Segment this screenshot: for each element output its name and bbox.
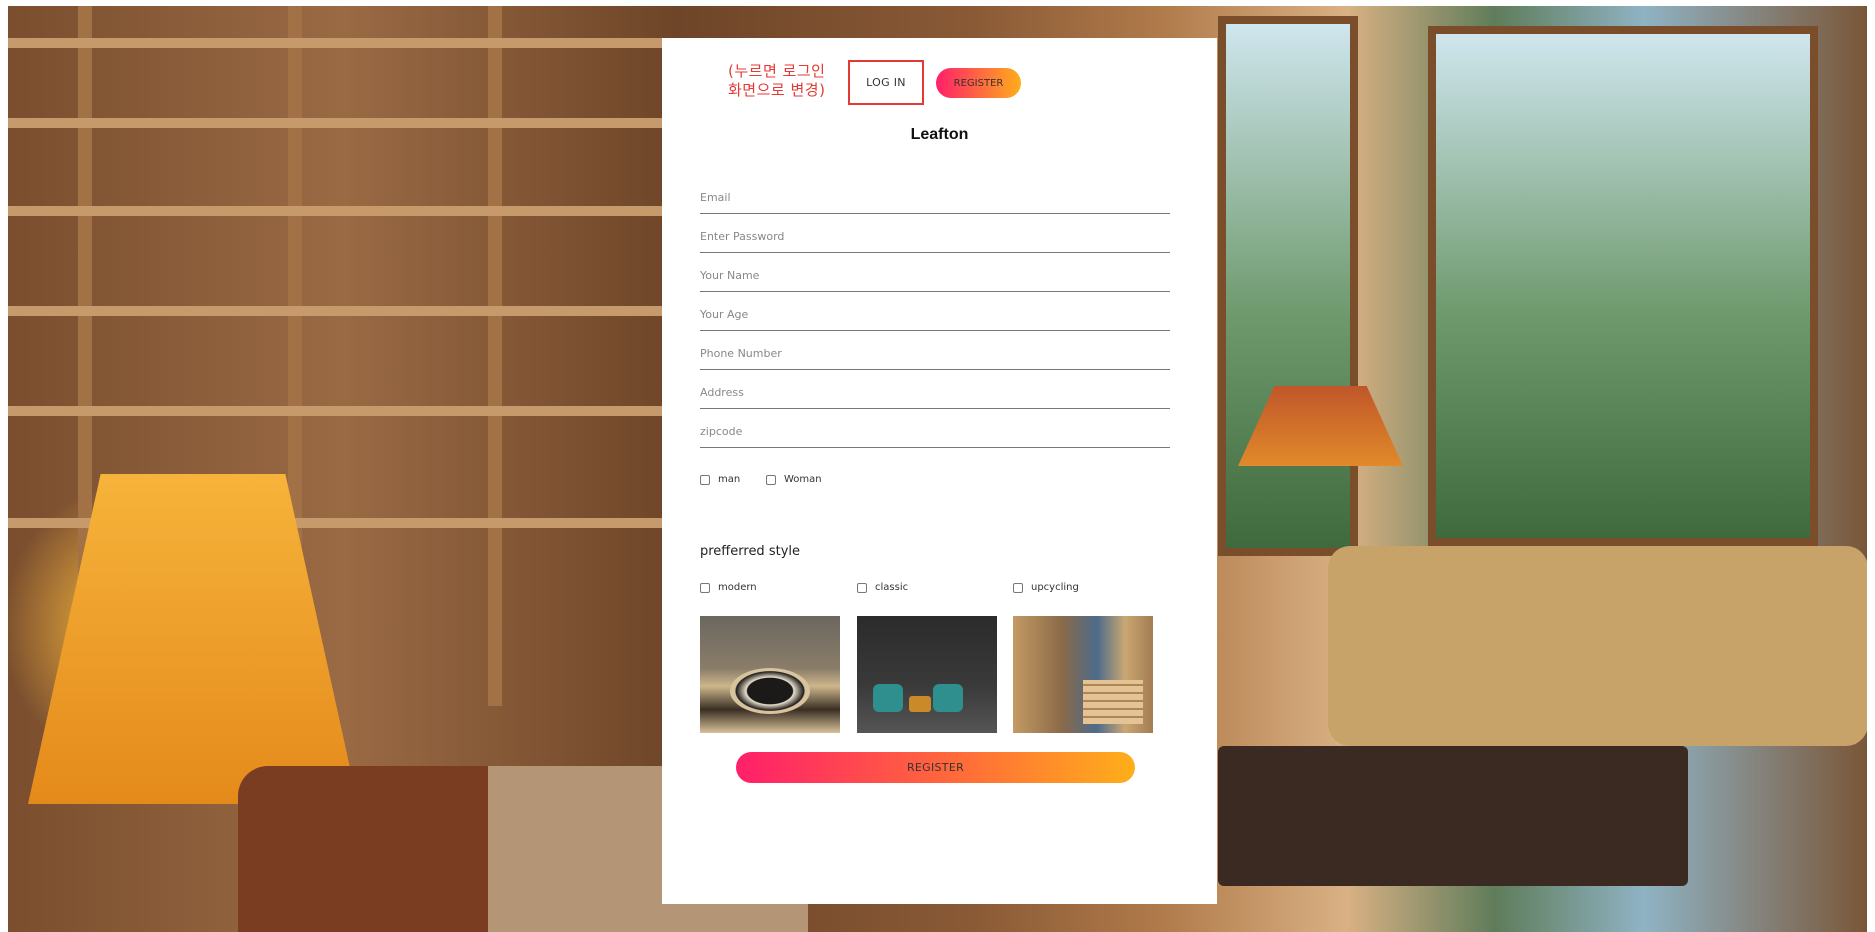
age-field — [700, 301, 1170, 331]
name-field — [700, 262, 1170, 292]
gender-man-label: man — [718, 474, 741, 485]
zipcode-field — [700, 418, 1170, 448]
register-tab-button[interactable]: REGISTER — [936, 68, 1021, 98]
style-option-upcycling[interactable]: upcycling — [1013, 582, 1079, 593]
page: (누르면 로그인 화면으로 변경) LOG IN REGISTER Leafto… — [0, 0, 1875, 932]
style-option-label: classic — [875, 582, 909, 593]
name-input[interactable] — [700, 262, 1170, 288]
checkbox-icon[interactable] — [700, 474, 710, 485]
brand-title: Leafton — [910, 126, 969, 143]
preferred-style-title: prefferred style — [700, 544, 800, 559]
style-option-modern[interactable]: modern — [700, 582, 757, 593]
checkbox-icon[interactable] — [700, 582, 710, 593]
phone-input[interactable] — [700, 340, 1170, 366]
age-input[interactable] — [700, 301, 1170, 327]
login-button[interactable]: LOG IN — [848, 60, 924, 105]
phone-field — [700, 340, 1170, 370]
style-option-classic[interactable]: classic — [857, 582, 908, 593]
checkbox-icon[interactable] — [766, 474, 776, 485]
annotation-note: (누르면 로그인 화면으로 변경) — [728, 62, 826, 99]
address-input[interactable] — [700, 379, 1170, 405]
zipcode-input[interactable] — [700, 418, 1170, 444]
style-option-label: upcycling — [1031, 582, 1079, 593]
gender-man-option[interactable]: man — [700, 474, 740, 485]
classic-style-image — [857, 616, 997, 733]
email-input[interactable] — [700, 184, 1170, 210]
upcycling-style-image — [1013, 616, 1153, 733]
password-field — [700, 223, 1170, 253]
gender-woman-label: Woman — [784, 474, 822, 485]
checkbox-icon[interactable] — [1013, 582, 1023, 593]
register-submit-button[interactable]: REGISTER — [736, 752, 1135, 783]
gender-woman-option[interactable]: Woman — [766, 474, 822, 485]
style-option-label: modern — [718, 582, 757, 593]
modern-style-image — [700, 616, 840, 733]
checkbox-icon[interactable] — [857, 582, 867, 593]
password-input[interactable] — [700, 223, 1170, 249]
address-field — [700, 379, 1170, 409]
email-field — [700, 184, 1170, 214]
